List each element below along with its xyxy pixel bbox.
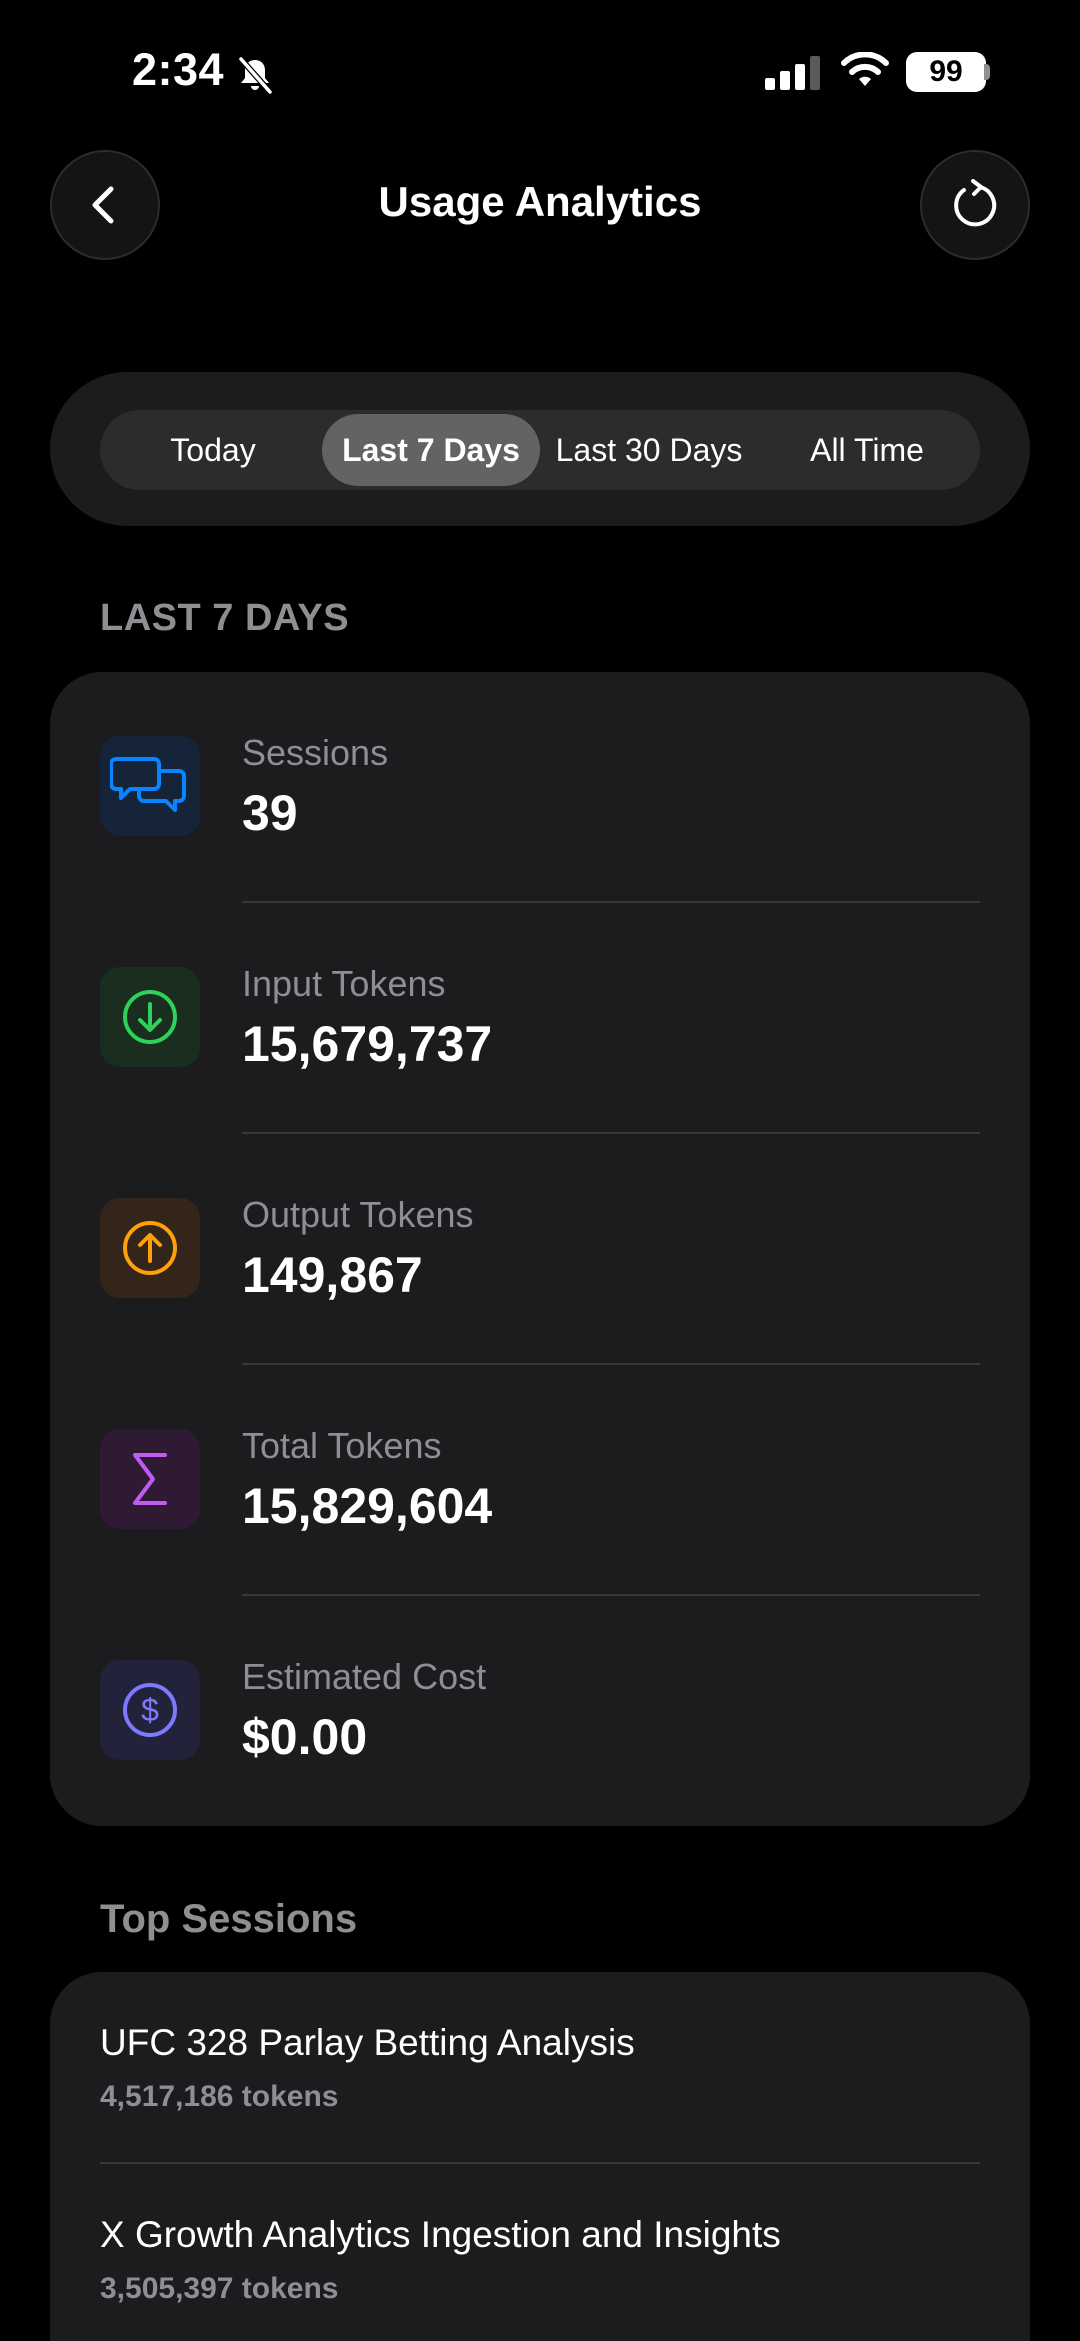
session-title: UFC 328 Parlay Betting Analysis xyxy=(100,2022,635,2063)
section-label: LAST 7 DAYS xyxy=(100,597,350,639)
stat-icon-box: $ xyxy=(100,1660,200,1760)
stat-icon-box xyxy=(100,1198,200,1298)
stat-row-total-tokens: Total Tokens 15,829,604 xyxy=(50,1365,1030,1596)
stat-value: 15,829,604 xyxy=(242,1478,493,1534)
stat-label: Sessions xyxy=(242,732,389,773)
session-row[interactable]: UFC 328 Parlay Betting Analysis 4,517,18… xyxy=(50,1972,1030,2164)
top-sessions-card: UFC 328 Parlay Betting Analysis 4,517,18… xyxy=(50,1972,1030,2341)
segment-all-time[interactable]: All Time xyxy=(758,414,976,486)
stat-icon-box xyxy=(100,967,200,1067)
segment-today[interactable]: Today xyxy=(104,414,322,486)
battery-indicator: 99 xyxy=(906,52,986,92)
svg-text:$: $ xyxy=(141,1692,159,1728)
stat-value: 149,867 xyxy=(242,1247,423,1303)
status-time: 2:34 xyxy=(132,44,225,95)
battery-tip xyxy=(984,64,990,80)
segment-last-7-days[interactable]: Last 7 Days xyxy=(322,414,540,486)
cellular-signal-icon xyxy=(765,56,820,90)
stat-label: Output Tokens xyxy=(242,1194,474,1235)
stat-row-output-tokens: Output Tokens 149,867 xyxy=(50,1134,1030,1365)
segmented-control: Today Last 7 Days Last 30 Days All Time xyxy=(100,410,980,490)
bell-slash-icon xyxy=(238,57,273,94)
stat-icon-box xyxy=(100,1429,200,1529)
segment-last-30-days[interactable]: Last 30 Days xyxy=(540,414,758,486)
stat-value: 39 xyxy=(242,785,298,841)
stat-value: $0.00 xyxy=(242,1709,368,1765)
wifi-icon xyxy=(841,52,889,86)
stat-label: Estimated Cost xyxy=(242,1656,487,1697)
stat-row-sessions: Sessions 39 xyxy=(50,672,1030,903)
dollar-circle-icon: $ xyxy=(123,1683,177,1737)
stat-label: Input Tokens xyxy=(242,963,446,1004)
session-tokens: 4,517,186 tokens xyxy=(100,2080,339,2113)
time-range-picker: Today Last 7 Days Last 30 Days All Time xyxy=(50,372,1030,526)
usage-analytics-screen: 2:34 99 Usage Analytics Today Last 7 Day… xyxy=(0,0,1080,2341)
chat-bubbles-icon xyxy=(110,757,186,812)
top-sessions-label: Top Sessions xyxy=(100,1897,358,1941)
refresh-button[interactable] xyxy=(920,150,1030,260)
stat-icon-box xyxy=(100,736,200,836)
stat-label: Total Tokens xyxy=(242,1425,442,1466)
stat-row-input-tokens: Input Tokens 15,679,737 xyxy=(50,903,1030,1134)
stats-card: Sessions 39 Input Tokens 15,679,737 Outp… xyxy=(50,672,1030,1826)
session-title: X Growth Analytics Ingestion and Insight… xyxy=(100,2214,781,2255)
stat-value: 15,679,737 xyxy=(242,1016,493,1072)
refresh-icon xyxy=(954,179,997,227)
stat-row-estimated-cost: $ Estimated Cost $0.00 xyxy=(50,1596,1030,1827)
arrow-up-circle-icon xyxy=(123,1221,177,1275)
session-tokens: 3,505,397 tokens xyxy=(100,2272,339,2305)
session-row[interactable]: X Growth Analytics Ingestion and Insight… xyxy=(50,2164,1030,2341)
arrow-down-circle-icon xyxy=(123,990,177,1044)
sigma-icon xyxy=(133,1453,167,1505)
page-title: Usage Analytics xyxy=(378,178,702,225)
